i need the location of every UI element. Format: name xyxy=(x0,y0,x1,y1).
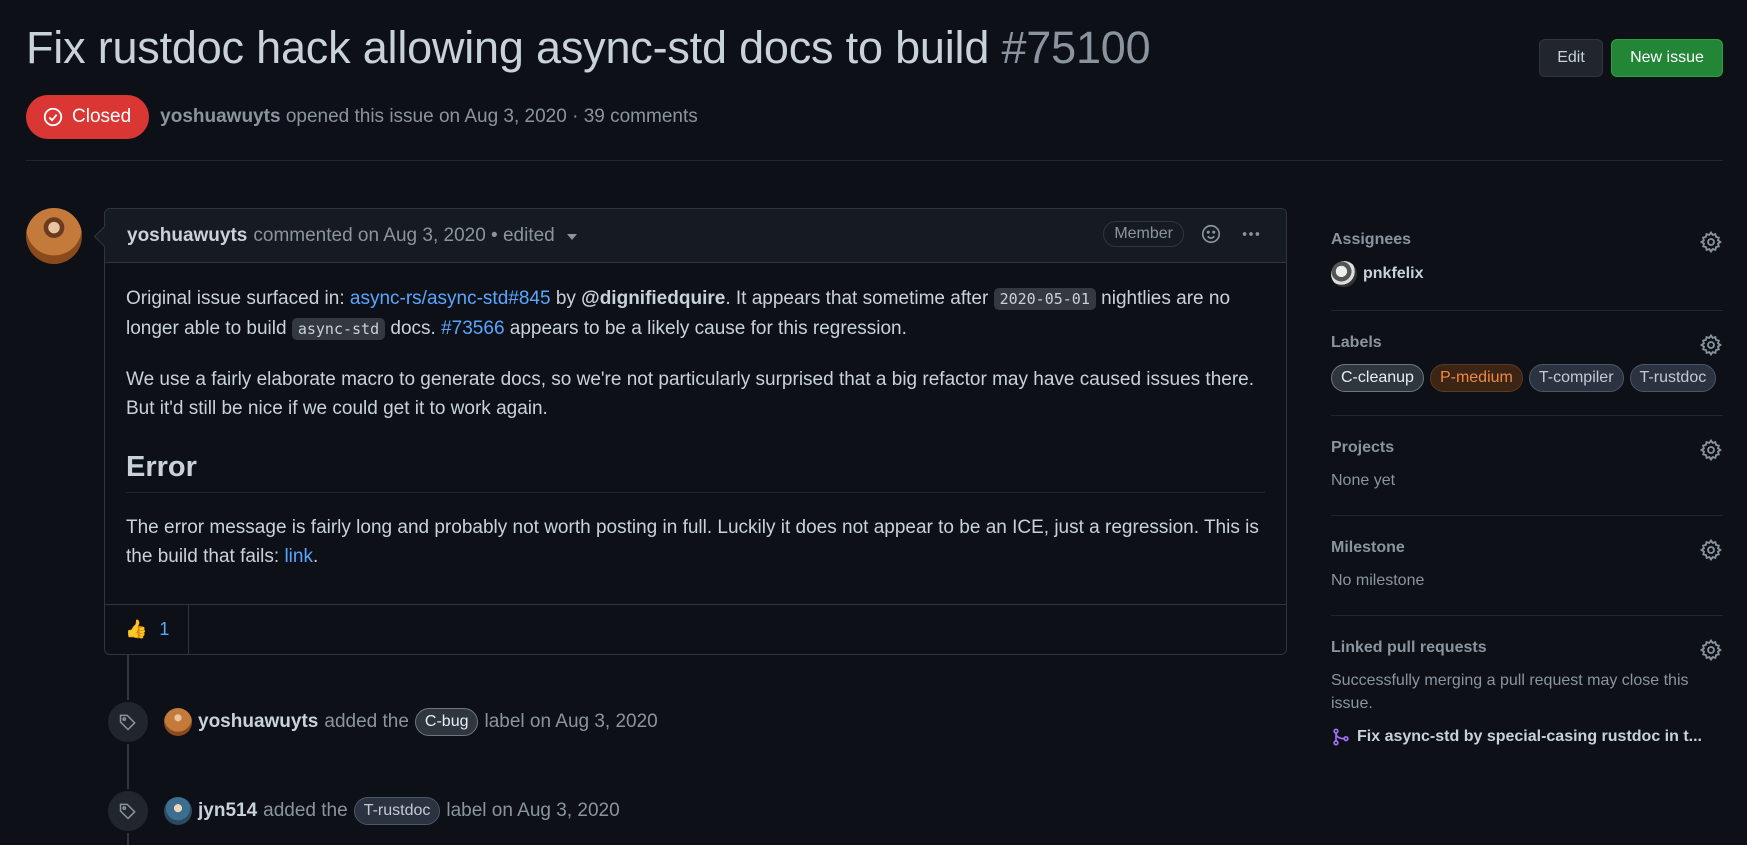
issue-title-text: Fix rustdoc hack allowing async-std docs… xyxy=(26,22,990,73)
text-span: . xyxy=(312,546,319,567)
pr-link[interactable]: #73566 xyxy=(441,318,504,339)
new-issue-button[interactable]: New issue xyxy=(1611,39,1723,77)
status-badge: Closed xyxy=(26,95,150,139)
event-suffix: label on Aug 3, 2020 xyxy=(484,711,658,732)
thumbs-up-icon: 👍 xyxy=(125,619,148,639)
kebab-menu-icon[interactable] xyxy=(1238,221,1264,247)
event-action: added the xyxy=(263,800,348,821)
label-pill[interactable]: T-compiler xyxy=(1528,364,1624,392)
text-span: appears to be a likely cause for this re… xyxy=(504,318,907,339)
role-badge: Member xyxy=(1103,221,1184,247)
text-span: by xyxy=(550,288,582,309)
avatar[interactable] xyxy=(164,708,192,736)
tag-icon xyxy=(106,789,150,833)
issue-closed-icon xyxy=(43,107,63,127)
projects-value: None yet xyxy=(1331,472,1396,489)
assignee-name: pnkfelix xyxy=(1363,265,1424,282)
gear-icon[interactable] xyxy=(1699,438,1723,462)
edit-button[interactable]: Edit xyxy=(1539,39,1603,77)
comment-paragraph: We use a fairly elaborate macro to gener… xyxy=(126,369,1255,419)
sidebar-title[interactable]: Assignees xyxy=(1331,231,1723,249)
chevron-down-icon[interactable] xyxy=(566,234,577,240)
linked-pr-title: Fix async-std by special-casing rustdoc … xyxy=(1357,728,1702,745)
issue-meta: Closed yoshuawuyts opened this issue on … xyxy=(26,95,698,139)
label-pill[interactable]: T-rustdoc xyxy=(353,797,441,825)
sidebar-title[interactable]: Projects xyxy=(1331,439,1723,457)
comment-author-link[interactable]: yoshuawuyts xyxy=(127,225,247,247)
avatar[interactable] xyxy=(164,797,192,825)
linked-pr-item[interactable]: Fix async-std by special-casing rustdoc … xyxy=(1331,727,1723,747)
reaction-count: 1 xyxy=(159,619,170,639)
issue-author-link[interactable]: yoshuawuyts xyxy=(160,106,280,127)
sidebar: Assignees pnkfelix Labels C-cleanup P-me… xyxy=(1331,208,1723,770)
text-span: Original issue surfaced in: xyxy=(126,288,350,309)
comment-meta: yoshuawuyts commented on Aug 3, 2020 • e… xyxy=(127,225,577,247)
milestone-value: No milestone xyxy=(1331,572,1425,589)
event-action: added the xyxy=(324,711,409,732)
gear-icon[interactable] xyxy=(1699,538,1723,562)
sidebar-linked-prs: Linked pull requests Successfully mergin… xyxy=(1331,616,1723,770)
reactions-bar: 👍 1 xyxy=(105,604,1286,654)
sidebar-title[interactable]: Milestone xyxy=(1331,539,1723,557)
comment-heading: Error xyxy=(126,453,1265,493)
header-divider xyxy=(26,160,1723,161)
text-span: docs. xyxy=(385,318,442,339)
linked-prs-description: Successfully merging a pull request may … xyxy=(1331,672,1689,712)
pr-merged-icon xyxy=(1333,728,1349,746)
avatar xyxy=(1331,261,1357,287)
comment-header: yoshuawuyts commented on Aug 3, 2020 • e… xyxy=(105,209,1286,263)
issue-meta-suffix: opened this issue on Aug 3, 2020 · 39 co… xyxy=(285,106,698,127)
gear-icon[interactable] xyxy=(1699,230,1723,254)
inline-code: 2020-05-01 xyxy=(993,288,1096,310)
add-reaction-icon[interactable] xyxy=(1198,221,1224,247)
gear-icon[interactable] xyxy=(1699,333,1723,357)
label-pill[interactable]: C-cleanup xyxy=(1331,364,1424,392)
event-actor-link[interactable]: yoshuawuyts xyxy=(198,711,318,733)
sidebar-milestone: Milestone No milestone xyxy=(1331,516,1723,616)
avatar[interactable] xyxy=(26,208,82,264)
user-mention[interactable]: @dignifiedquire xyxy=(581,288,725,309)
timeline-event: jyn514 added the T-rustdoc label on Aug … xyxy=(106,789,620,833)
comment-meta-text: commented on Aug 3, 2020 • edited xyxy=(253,224,555,246)
event-text: jyn514 added the T-rustdoc label on Aug … xyxy=(198,797,620,825)
build-link[interactable]: link xyxy=(284,546,313,567)
comment-paragraph: Original issue surfaced in: async-rs/asy… xyxy=(126,284,1265,344)
event-text: yoshuawuyts added the C-bug label on Aug… xyxy=(198,708,658,736)
comment-header-actions: Member xyxy=(1103,221,1264,247)
comment-body: Original issue surfaced in: async-rs/asy… xyxy=(105,263,1286,571)
comment-paragraph: The error message is fairly long and pro… xyxy=(126,513,1265,571)
tag-icon xyxy=(106,700,150,744)
labels-list: C-cleanup P-medium T-compiler T-rustdoc xyxy=(1331,364,1723,392)
sidebar-labels: Labels C-cleanup P-medium T-compiler T-r… xyxy=(1331,311,1723,416)
label-pill[interactable]: T-rustdoc xyxy=(1629,364,1717,392)
issue-title: Fix rustdoc hack allowing async-std docs… xyxy=(26,22,1151,74)
comment-box: yoshuawuyts commented on Aug 3, 2020 • e… xyxy=(104,208,1287,655)
thumbs-up-reaction[interactable]: 👍 1 xyxy=(105,605,189,654)
status-label: Closed xyxy=(72,106,132,127)
label-pill[interactable]: P-medium xyxy=(1429,364,1523,392)
inline-code: async-std xyxy=(291,318,386,340)
event-suffix: label on Aug 3, 2020 xyxy=(446,800,620,821)
sidebar-title[interactable]: Labels xyxy=(1331,334,1723,352)
timeline-event: yoshuawuyts added the C-bug label on Aug… xyxy=(106,700,658,744)
header-actions: Edit New issue xyxy=(1539,39,1723,77)
gear-icon[interactable] xyxy=(1699,638,1723,662)
sidebar-projects: Projects None yet xyxy=(1331,416,1723,516)
assignee[interactable]: pnkfelix xyxy=(1331,261,1723,287)
sidebar-title[interactable]: Linked pull requests xyxy=(1331,639,1723,657)
label-pill[interactable]: C-bug xyxy=(414,708,479,736)
issue-meta-text: yoshuawuyts opened this issue on Aug 3, … xyxy=(160,106,698,128)
sidebar-assignees: Assignees pnkfelix xyxy=(1331,208,1723,311)
text-span: . It appears that sometime after xyxy=(725,288,994,309)
issue-link[interactable]: async-rs/async-std#845 xyxy=(350,288,551,309)
issue-number: #75100 xyxy=(1001,22,1151,73)
event-actor-link[interactable]: jyn514 xyxy=(198,800,257,822)
